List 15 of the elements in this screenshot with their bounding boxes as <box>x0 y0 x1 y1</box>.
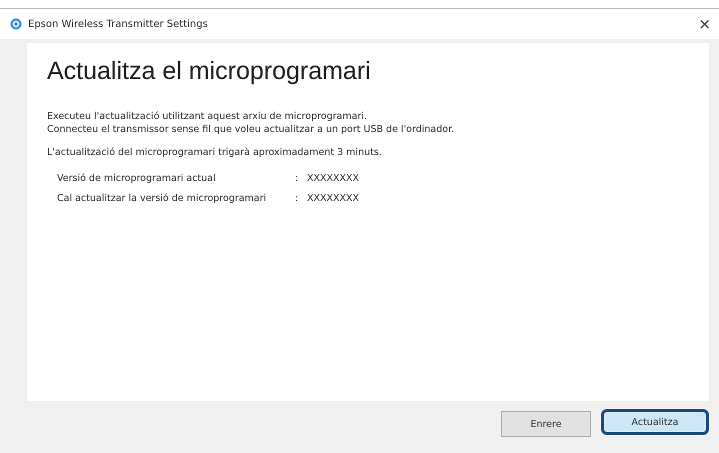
window-title: Epson Wireless Transmitter Settings <box>28 18 209 30</box>
instruction-text: Connecteu el transmissor sense fil que voleu actualitzar a un port USB de l'ordinador. <box>47 123 456 136</box>
heading: Actualitza el microprogramari <box>47 57 372 86</box>
dialog-button[interactable]: Actualitza <box>601 409 709 435</box>
dialog-button[interactable]: Enrere <box>501 411 591 437</box>
detail-value: XXXXXXXX <box>307 193 360 204</box>
separator: : <box>295 193 300 204</box>
detail-value: XXXXXXXX <box>307 173 360 184</box>
instruction-text: L'actualització del microprogramari trigarà aproximadament 3 minuts. <box>47 146 383 159</box>
app-icon <box>10 18 22 30</box>
detail-label: Cal actualitzar la versió de microprogramari <box>57 193 268 204</box>
instruction-text: Executeu l'actualització utilitzant aquest arxiu de microprogramari. <box>47 110 368 123</box>
close-button[interactable]: × <box>698 15 711 33</box>
detail-label: Versió de microprogramari actual <box>57 173 217 184</box>
separator: : <box>295 173 300 184</box>
